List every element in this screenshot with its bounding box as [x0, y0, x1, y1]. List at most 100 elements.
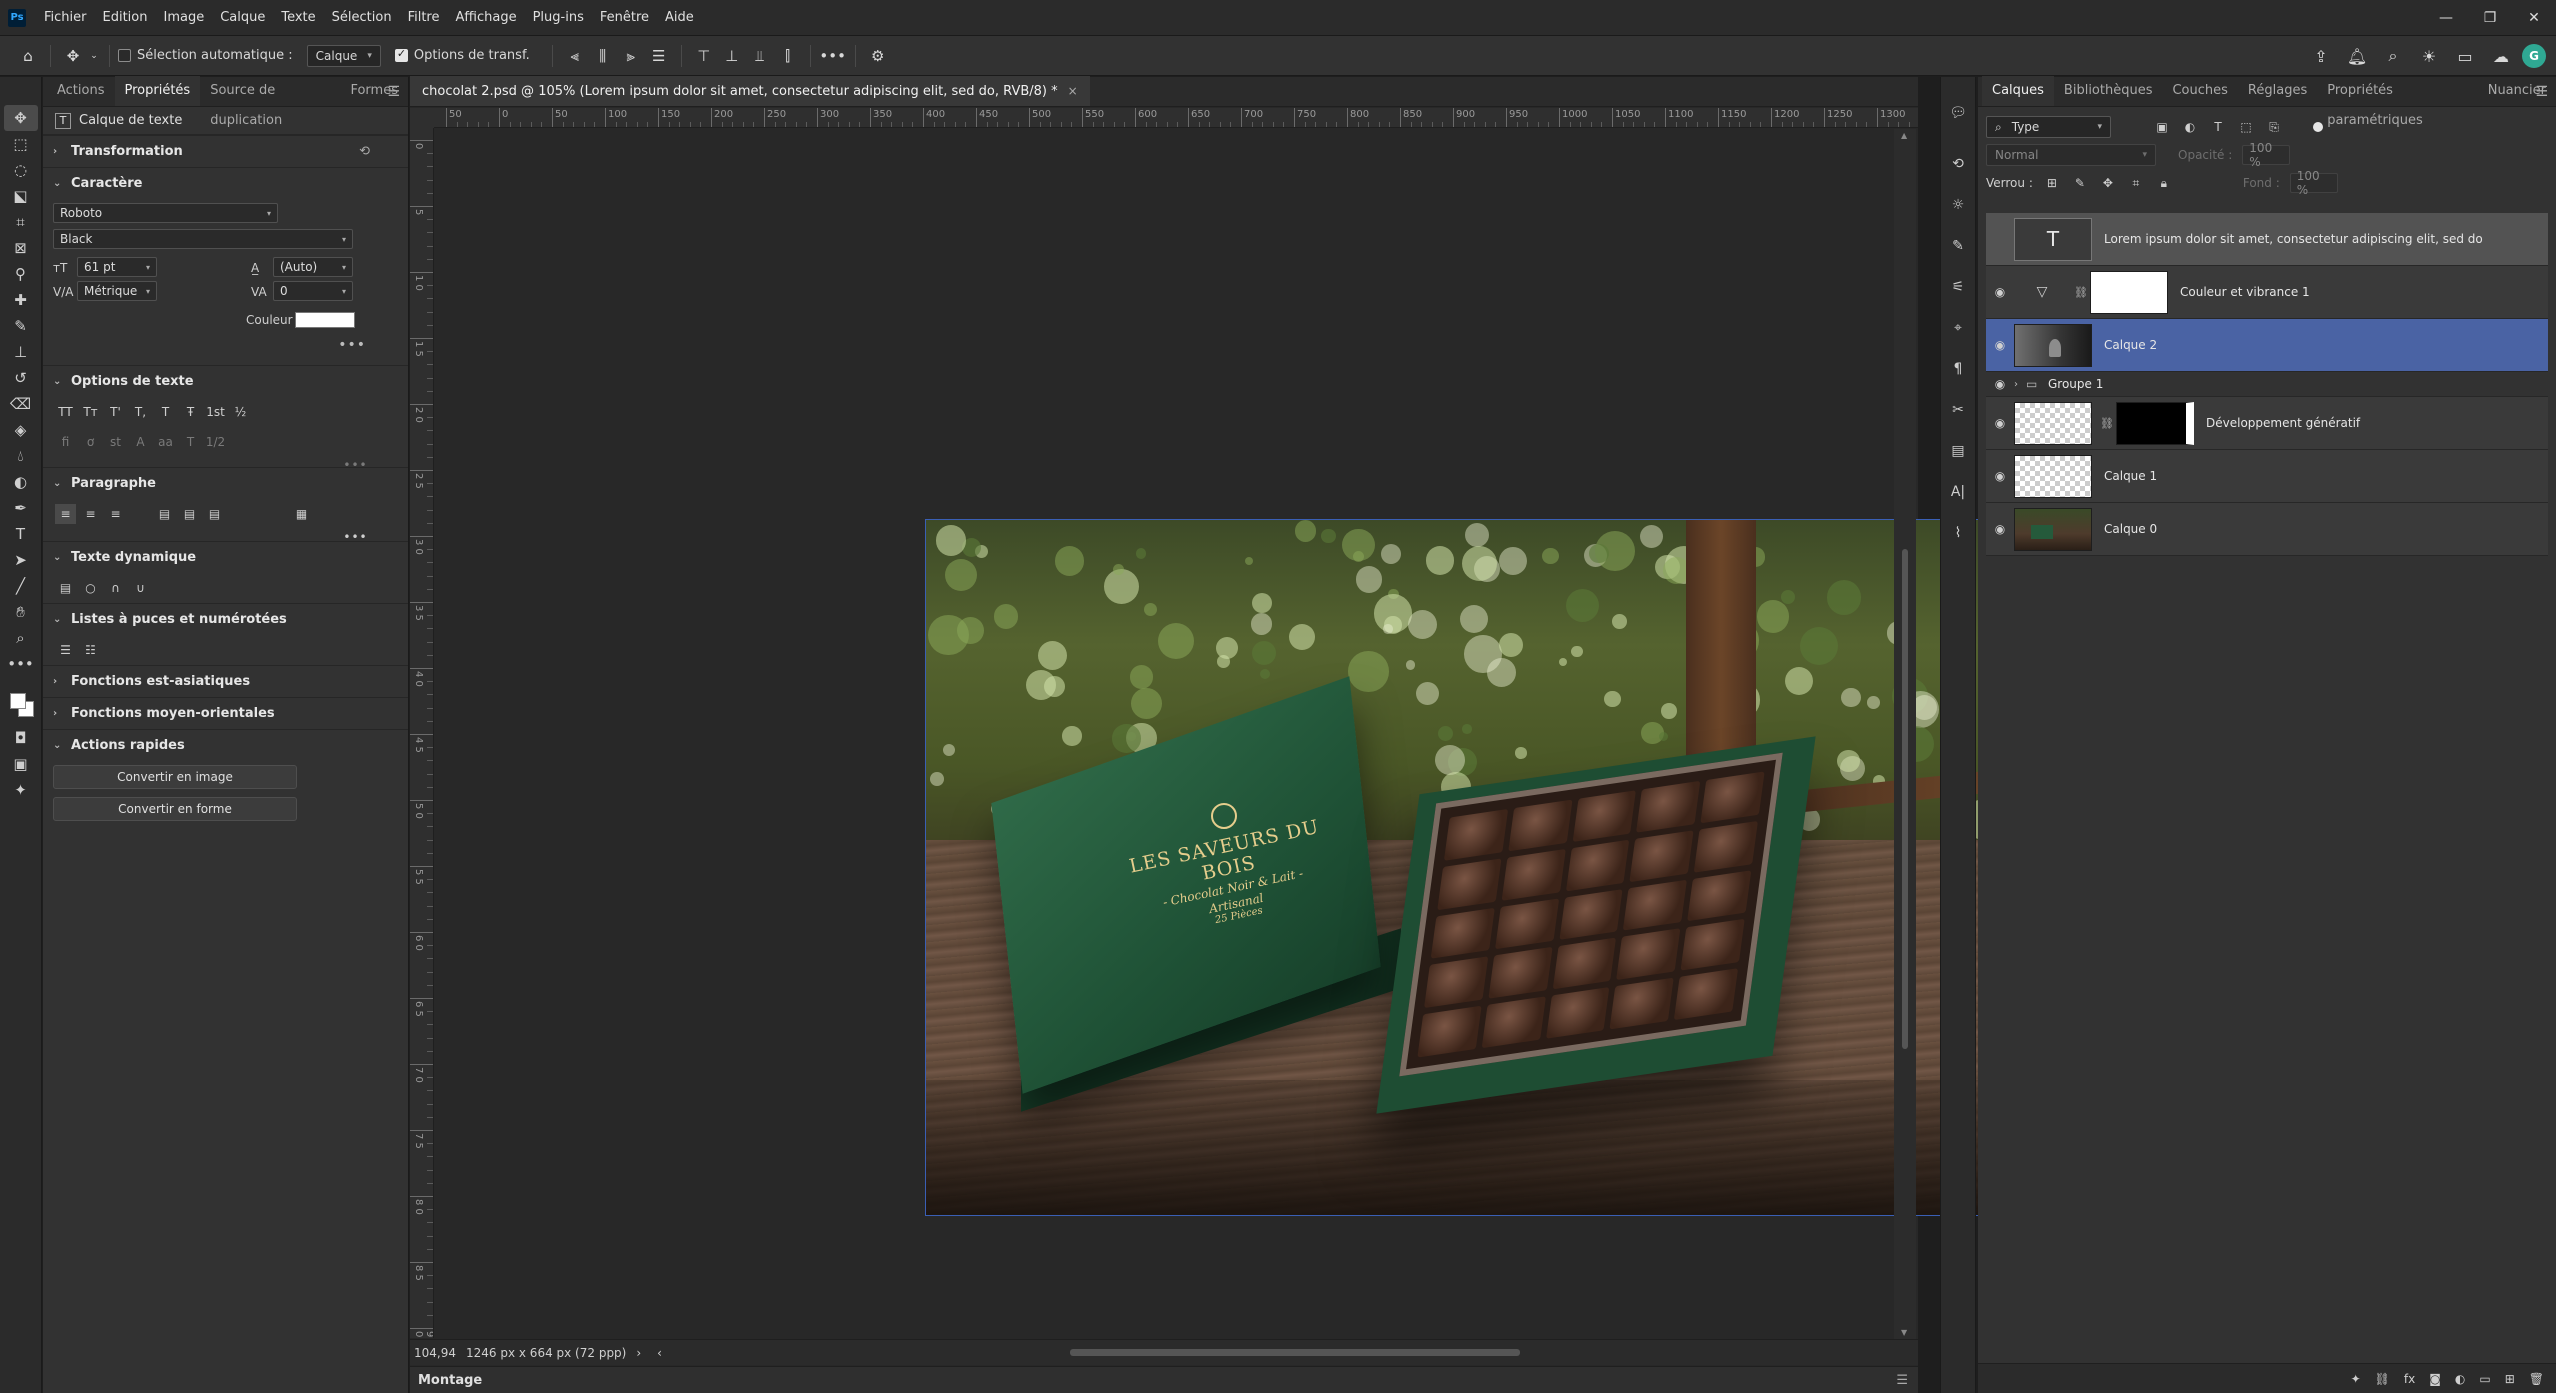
eye-icon[interactable]: ◉ [1986, 416, 2014, 430]
close-window-icon[interactable]: ✕ [2512, 0, 2556, 36]
menu-plugins[interactable]: Plug-ins [525, 0, 592, 36]
section-actions-rapides[interactable]: ⌄ Actions rapides [43, 729, 408, 761]
font-style-dropdown[interactable]: Black ▾ [53, 229, 353, 249]
tracking-field[interactable]: 0 ▾ [273, 281, 353, 301]
add-mask-icon[interactable]: ◙ [2429, 1372, 2441, 1386]
new-group-icon[interactable]: ▭ [2479, 1372, 2490, 1386]
paragraph-icon[interactable]: ¶ [1944, 355, 1972, 383]
eye-icon[interactable]: ◉ [1986, 338, 2014, 352]
zoom-level[interactable]: 104,94 [414, 1346, 456, 1360]
align-middle-icon[interactable]: ⊥ [718, 42, 746, 70]
paths-icon[interactable]: ⌇ [1944, 519, 1972, 547]
glyphs-icon[interactable]: ⌖ [1944, 314, 1972, 342]
chevron-right-icon[interactable]: › [2014, 379, 2026, 390]
layer-row[interactable]: ◉ ▽ ⛓ Couleur et vibrance 1 [1986, 266, 2548, 319]
swash-button[interactable]: A [130, 432, 151, 452]
move-tool-icon[interactable]: ✥ [3, 105, 38, 131]
canvas[interactable]: LES SAVEURS DU BOIS - Chocolat Noir & La… [435, 129, 2233, 1339]
bulleted-list-icon[interactable]: ☰ [55, 640, 76, 660]
pen-tool-icon[interactable]: ✒ [4, 495, 38, 521]
underline-button[interactable]: T [155, 402, 176, 422]
font-family-dropdown[interactable]: Roboto ▾ [53, 203, 278, 223]
tab-proprietes[interactable]: Propriétés [114, 76, 201, 106]
home-icon[interactable]: ⌂ [14, 42, 42, 70]
menu-fenetre[interactable]: Fenêtre [592, 0, 657, 36]
layer-row[interactable]: ◉ Calque 1 [1986, 450, 2548, 503]
align-top-icon[interactable]: ⊤ [690, 42, 718, 70]
workspace-icon[interactable]: ▭ [2450, 42, 2480, 70]
fractions-button[interactable]: ½ [230, 402, 251, 422]
layer-filter-dropdown[interactable]: ⌕ Type ▾ [1986, 116, 2111, 138]
chevron-left-icon[interactable]: ‹ [657, 1346, 662, 1360]
screen-mode-icon[interactable]: ▣ [4, 751, 38, 777]
layer-row[interactable]: ◉ Calque 0 [1986, 503, 2548, 556]
tab-actions[interactable]: Actions [47, 76, 115, 106]
horizontal-ruler[interactable]: 50 0 50 100 150 200 250 300 350 400 450 500 550 600 65… [434, 108, 1918, 128]
visibility-toggle[interactable]: ◉ [1986, 232, 2014, 246]
ligatures-button[interactable]: fi [55, 432, 76, 452]
superscript-button[interactable]: T' [105, 402, 126, 422]
menu-edition[interactable]: Edition [95, 0, 156, 36]
maximize-icon[interactable]: ❐ [2468, 0, 2512, 36]
link-icon[interactable]: ⛓ [2074, 286, 2088, 299]
tab-couches[interactable]: Couches [2162, 76, 2237, 106]
section-options-texte[interactable]: ⌄ Options de texte [43, 365, 408, 397]
lock-position-icon[interactable]: ✥ [2099, 174, 2117, 192]
zoom-tool-icon[interactable]: ⌕ [4, 625, 38, 651]
fill-field[interactable]: 100 % [2289, 169, 2338, 197]
healing-brush-tool-icon[interactable]: ✚ [4, 287, 38, 313]
filter-smart-object-icon[interactable]: ⎘ [2265, 118, 2283, 136]
align-left-icon[interactable]: ⫷ [561, 42, 589, 70]
section-paragraphe[interactable]: ⌄ Paragraphe [43, 467, 408, 499]
move-tool-icon[interactable]: ✥ [59, 42, 87, 70]
tab-source-duplication[interactable]: Source de duplication [200, 76, 340, 128]
subscript-button[interactable]: T, [130, 402, 151, 422]
fractions-alt-button[interactable]: 1/2 [205, 432, 226, 452]
section-est-asiatiques[interactable]: › Fonctions est-asiatiques [43, 665, 408, 697]
distribute-v-icon[interactable]: ⫿ [774, 42, 802, 70]
vertical-scrollbar[interactable]: ▲ ▼ [1894, 129, 1916, 1339]
vertical-ruler[interactable]: 0 5 1 0 1 5 2 0 2 5 3 0 3 5 4 0 4 5 5 0 5 5 6 0 6 5 7 … [410, 128, 434, 1338]
numbered-list-icon[interactable]: ☷ [80, 640, 101, 660]
lock-artboard-icon[interactable]: ⌗ [2127, 174, 2145, 192]
color-swatches[interactable] [4, 685, 38, 725]
dynamic-circle-icon[interactable]: ○ [80, 578, 101, 598]
foreground-color-swatch[interactable] [9, 693, 26, 709]
align-center-text-icon[interactable]: ≡ [80, 504, 101, 524]
history-icon[interactable]: ⟲ [1944, 150, 1972, 178]
menu-texte[interactable]: Texte [273, 0, 323, 36]
old-style-button[interactable]: ơ [80, 432, 101, 452]
tab-bibliotheques[interactable]: Bibliothèques [2054, 76, 2163, 106]
minimize-icon[interactable]: — [2424, 0, 2468, 36]
lock-pixels-icon[interactable]: ✎ [2071, 174, 2089, 192]
document-tab[interactable]: chocolat 2.psd @ 105% (Lorem ipsum dolor… [410, 76, 1090, 106]
convert-to-shape-button[interactable]: Convertir en forme [53, 797, 297, 821]
fx-icon[interactable]: fx [2404, 1372, 2415, 1386]
menu-fichier[interactable]: Fichier [36, 0, 95, 36]
justify-all-icon[interactable]: ▦ [291, 504, 312, 524]
new-adjustment-icon[interactable]: ◐ [2455, 1372, 2465, 1386]
close-tab-icon[interactable]: × [1068, 84, 1078, 98]
dynamic-rect-icon[interactable]: ▤ [55, 578, 76, 598]
section-transformation[interactable]: › Transformation ⟲ [43, 135, 408, 167]
filter-shape-icon[interactable]: ⬚ [2237, 118, 2255, 136]
link-icon[interactable]: ⛓ [2100, 417, 2114, 430]
crop-tool-icon[interactable]: ⌗ [4, 209, 38, 235]
align-bottom-icon[interactable]: ⫫ [746, 42, 774, 70]
eraser-tool-icon[interactable]: ⌫ [4, 391, 38, 417]
hand-tool-icon[interactable]: ✋︎ [4, 599, 38, 625]
chevron-right-icon[interactable]: › [636, 1346, 641, 1360]
align-right-text-icon[interactable]: ≡ [105, 504, 126, 524]
layer-group-row[interactable]: ◉ › ▭ Groupe 1 [1986, 372, 2548, 397]
justify-right-icon[interactable]: ▤ [204, 504, 225, 524]
lock-transparency-icon[interactable]: ⊞ [2043, 174, 2061, 192]
strikethrough-button[interactable]: Ŧ [180, 402, 201, 422]
line-tool-icon[interactable]: ╱ [4, 573, 38, 599]
more-tools-icon[interactable]: ••• [4, 651, 38, 677]
cloud-icon[interactable]: ☁ [2486, 42, 2516, 70]
menu-aide[interactable]: Aide [657, 0, 702, 36]
font-size-field[interactable]: 61 pt ▾ [77, 257, 157, 277]
frame-tool-icon[interactable]: ⊠ [4, 235, 38, 261]
small-caps-button[interactable]: Tт [80, 402, 101, 422]
eyedropper-tool-icon[interactable]: ⚲ [4, 261, 38, 287]
